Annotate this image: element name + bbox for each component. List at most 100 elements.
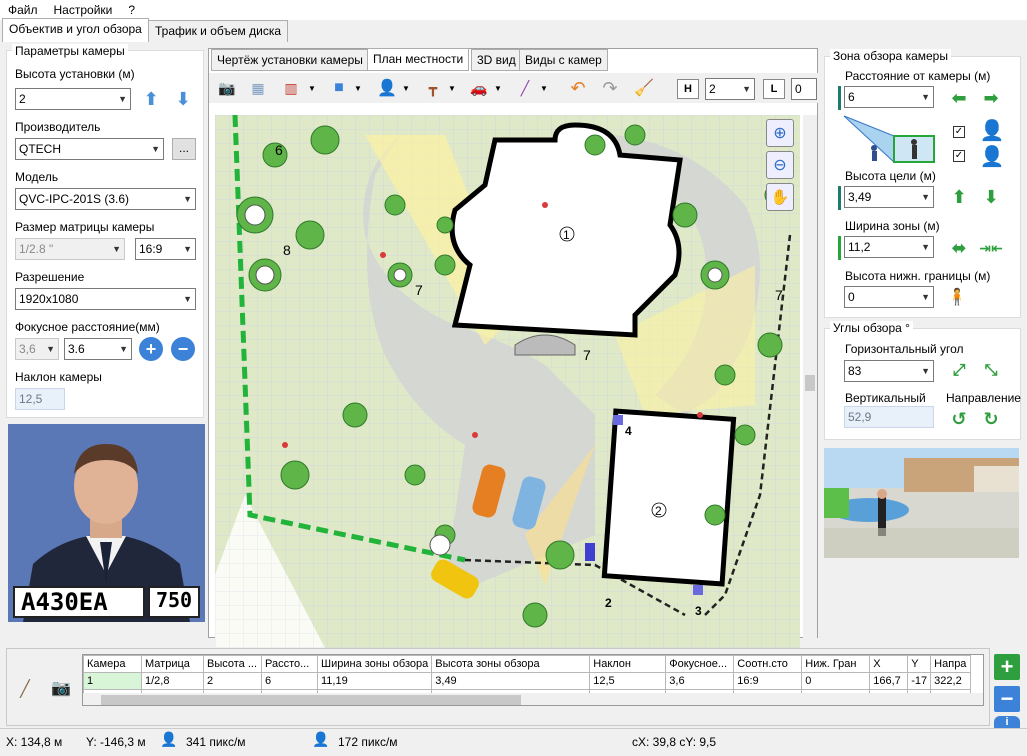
bench-tool-icon[interactable]: ┳	[419, 77, 447, 99]
plus-icon[interactable]: +	[139, 337, 163, 361]
arrow-up-icon[interactable]: ⬆	[140, 86, 162, 112]
table-cell[interactable]: 16:9	[733, 672, 803, 690]
menu-file[interactable]: Файл	[0, 0, 46, 20]
site-plan-canvas[interactable]: 6 8 7 7 7 1 2 2 3 4 ⊕ ⊖ ✋	[215, 115, 800, 667]
lower-bound-person-icon[interactable]: 🧍	[946, 284, 968, 310]
vscroll-thumb[interactable]	[805, 375, 815, 391]
manufacturer-combo[interactable]: QTECH ▼	[15, 138, 164, 160]
expand-angle-icon[interactable]: ⤢	[946, 358, 972, 384]
tab-3d-view[interactable]: 3D вид	[471, 49, 522, 71]
person-dropdown-icon[interactable]: ▼	[401, 77, 411, 99]
car-dropdown-icon[interactable]: ▼	[493, 77, 503, 99]
tab-camera-views[interactable]: Виды с камер	[519, 49, 608, 71]
zoom-out-button[interactable]: ⊖	[766, 151, 794, 179]
menu-settings[interactable]: Настройки	[46, 0, 121, 20]
camera-icon[interactable]: 📷	[44, 674, 78, 702]
tab-lens-angle[interactable]: Объектив и угол обзора	[2, 18, 149, 42]
cube-dropdown-icon[interactable]: ▼	[353, 77, 363, 99]
menu-help[interactable]: ?	[120, 0, 143, 20]
table-cell[interactable]: 322,2	[930, 672, 972, 690]
height-combo[interactable]: 2 ▼	[15, 88, 131, 110]
wall-tool-icon[interactable]: ▥	[277, 77, 305, 99]
arrow-down-icon[interactable]: ⬇	[980, 182, 1002, 212]
col-header[interactable]: Камера	[83, 655, 142, 673]
table-cell[interactable]: 3,6	[665, 672, 735, 690]
wall-dropdown-icon[interactable]: ▼	[307, 77, 317, 99]
table-cell[interactable]: 3,49	[431, 672, 591, 690]
aspect-combo[interactable]: 16:9 ▼	[135, 238, 196, 260]
horizontal-angle-combo[interactable]: 83 ▼	[844, 360, 934, 382]
focal-min-combo[interactable]: 3,6 ▼	[15, 338, 59, 360]
arrow-right-icon[interactable]: ➡	[978, 86, 1004, 110]
manufacturer-browse-button[interactable]: ...	[172, 138, 196, 160]
table-cell[interactable]: -17	[907, 672, 932, 690]
tilt-field[interactable]: 12,5	[15, 388, 65, 410]
minus-icon[interactable]: −	[171, 337, 195, 361]
col-header[interactable]: Высота ...	[203, 655, 262, 673]
car-tool-icon[interactable]: 🚗	[465, 77, 493, 99]
expand-horizontal-icon[interactable]: ⬌	[946, 236, 972, 260]
col-header[interactable]: Напра	[930, 655, 972, 673]
col-header[interactable]: Наклон	[589, 655, 667, 673]
matrix-combo[interactable]: 1/2.8 " ▼	[15, 238, 125, 260]
table-cell[interactable]: 12,5	[589, 672, 667, 690]
collapse-horizontal-icon[interactable]: ⇥⇤	[978, 236, 1004, 260]
arrow-up-icon[interactable]: ⬆	[948, 182, 970, 212]
pan-button[interactable]: ✋	[766, 183, 794, 211]
toolbar-h-combo[interactable]: 2 ▼	[705, 78, 755, 100]
table-cell[interactable]: 0	[801, 672, 871, 690]
table-hscroll-thumb[interactable]	[101, 695, 521, 705]
table-cell[interactable]: 2	[203, 672, 262, 690]
camera-tool-icon[interactable]: 📷	[213, 77, 241, 99]
table-horizontal-scrollbar[interactable]	[83, 693, 983, 705]
remove-camera-icon[interactable]: −	[994, 686, 1020, 712]
rotate-right-icon[interactable]: ↻	[978, 406, 1004, 432]
col-header[interactable]: Фокусное...	[665, 655, 735, 673]
bench-dropdown-icon[interactable]: ▼	[447, 77, 457, 99]
undo-icon[interactable]: ↶	[565, 77, 591, 99]
line-tool-icon[interactable]: ╱	[12, 676, 38, 702]
collapse-angle-icon[interactable]: ⤡	[978, 358, 1004, 384]
vertical-angle-field[interactable]: 52,9	[844, 406, 934, 428]
model-combo[interactable]: QVC-IPC-201S (3.6) ▼	[15, 188, 196, 210]
col-header[interactable]: Соотн.сто	[733, 655, 803, 673]
tab-traffic-disk[interactable]: Трафик и объем диска	[148, 20, 288, 42]
plan-tool-icon[interactable]: ▦	[245, 77, 271, 99]
arrow-left-icon[interactable]: ⬅	[946, 86, 972, 110]
table-cell[interactable]: 11,19	[316, 672, 433, 690]
focal-combo[interactable]: 3.6 ▼	[64, 338, 132, 360]
info-icon[interactable]: i	[994, 716, 1020, 728]
tab-install-drawing[interactable]: Чертёж установки камеры	[211, 49, 369, 71]
cube-tool-icon[interactable]: ■	[325, 77, 353, 99]
col-header[interactable]: X	[869, 655, 909, 673]
tab-site-plan[interactable]: План местности	[367, 48, 470, 71]
resolution-combo[interactable]: 1920x1080 ▼	[15, 288, 196, 310]
zoom-in-button[interactable]: ⊕	[766, 119, 794, 147]
target-height-combo[interactable]: 3,49 ▼	[844, 186, 934, 208]
col-header[interactable]: Ширина зоны обзора	[316, 655, 433, 673]
zone-width-combo[interactable]: 11,2 ▼	[844, 236, 934, 258]
table-cell[interactable]: 166,7	[869, 672, 909, 690]
line-dropdown-icon[interactable]: ▼	[539, 77, 549, 99]
distance-combo[interactable]: 6 ▼	[844, 86, 934, 108]
table-cell[interactable]: 1/2,8	[141, 672, 204, 690]
col-header[interactable]: Матрица	[141, 655, 204, 673]
male-target-checkbox[interactable]: ✓	[953, 126, 965, 138]
clear-icon[interactable]: 🧹	[631, 77, 657, 99]
female-target-checkbox[interactable]: ✓	[953, 150, 965, 162]
lower-height-combo[interactable]: 0 ▼	[844, 286, 934, 308]
table-cell[interactable]: 1	[83, 672, 142, 690]
toolbar-l-field[interactable]: 0	[791, 78, 817, 100]
redo-icon[interactable]: ↷	[597, 77, 623, 99]
col-header[interactable]: Рассто...	[261, 655, 318, 673]
line-tool-icon[interactable]: ╱	[511, 77, 539, 99]
col-header[interactable]: Y	[907, 655, 932, 673]
add-camera-icon[interactable]: +	[994, 654, 1020, 680]
table-cell[interactable]: 6	[261, 672, 318, 690]
person-tool-icon[interactable]: 👤	[373, 77, 401, 99]
arrow-down-icon[interactable]: ⬇	[172, 86, 194, 112]
plan-vertical-scrollbar[interactable]	[803, 115, 817, 667]
rotate-left-icon[interactable]: ↺	[946, 406, 972, 432]
col-header[interactable]: Ниж. Гран	[801, 655, 871, 673]
table-row[interactable]: 1 1/2,8 2 6 11,19 3,49 12,5 3,6 16:9 0 1…	[83, 672, 972, 690]
